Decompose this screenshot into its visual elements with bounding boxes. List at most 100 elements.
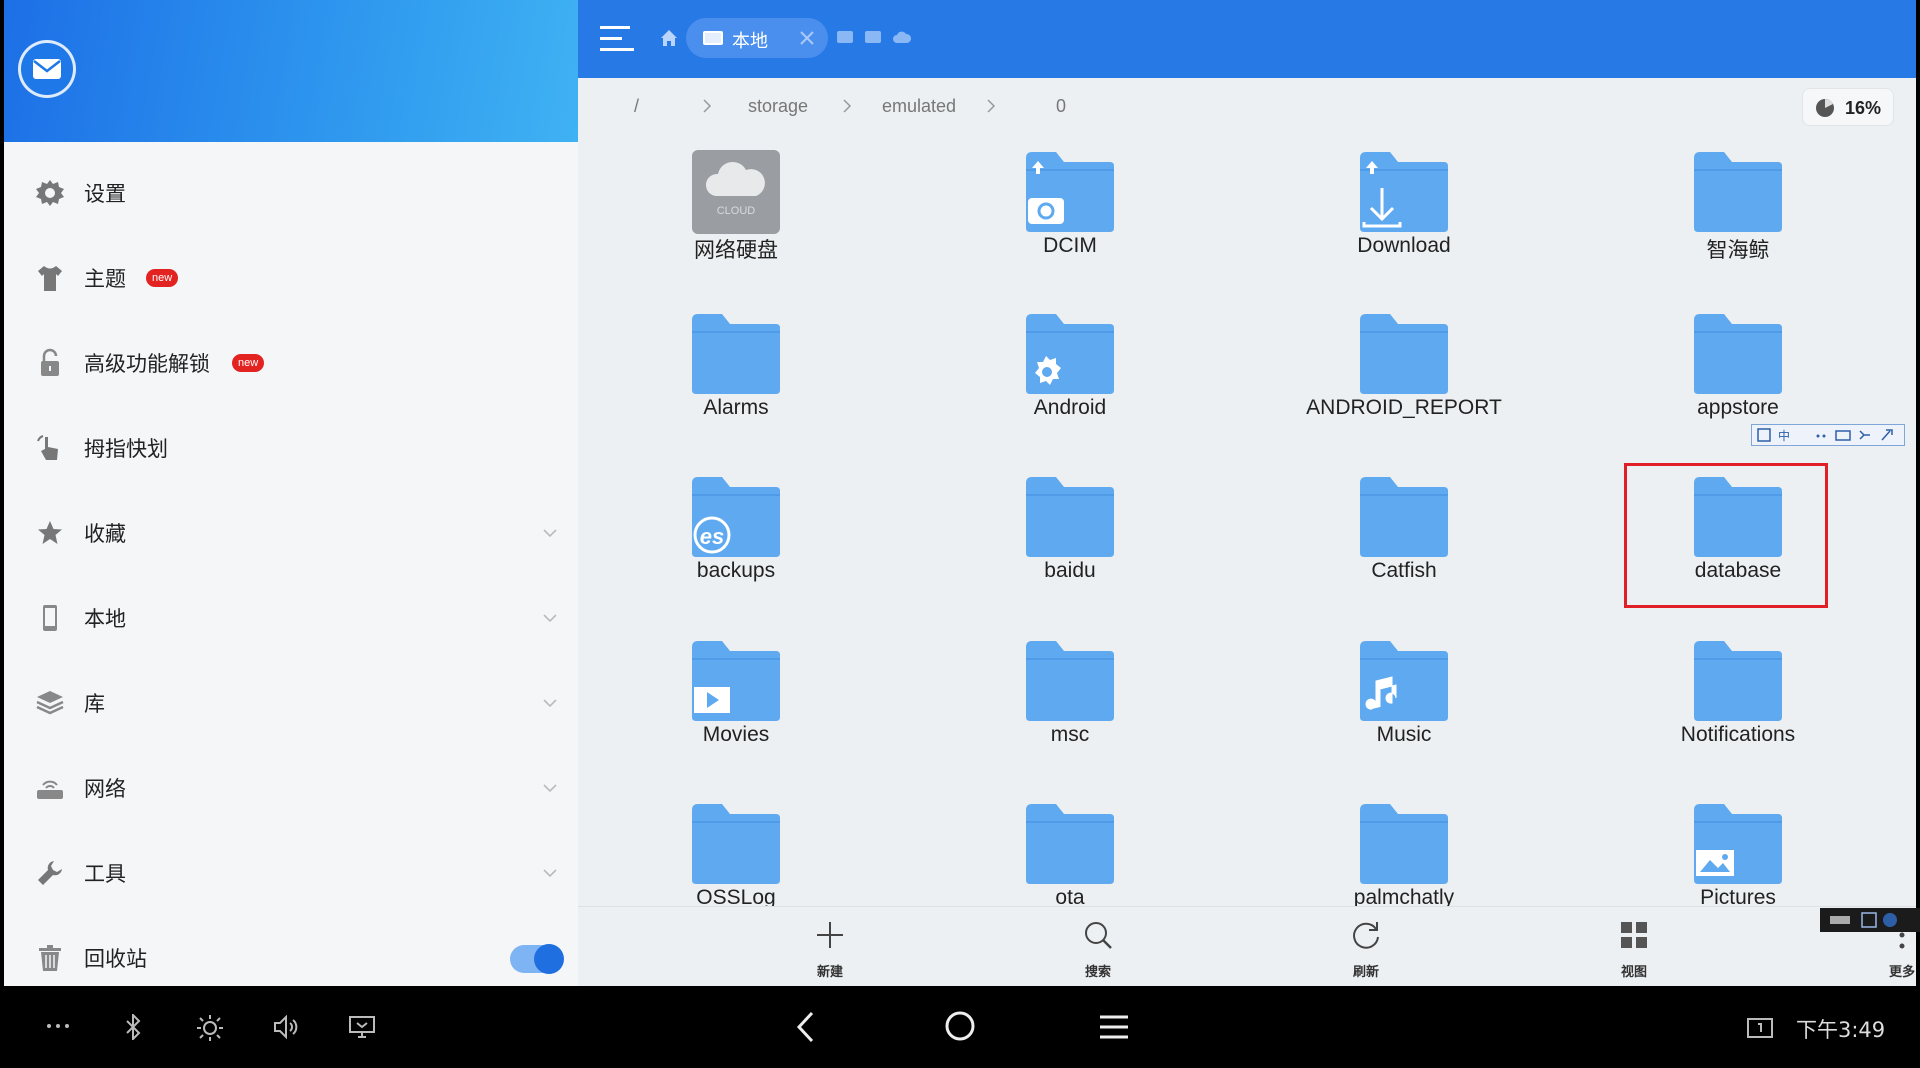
menu-item-5[interactable]: 收藏 <box>4 490 578 575</box>
chevron-down-icon[interactable] <box>540 608 560 628</box>
brightness-icon[interactable] <box>196 1014 224 1042</box>
folder-name: 网络硬盘 <box>694 239 778 262</box>
cloud-icon[interactable] <box>892 30 912 44</box>
folder-catfish[interactable]: Catfish <box>1304 461 1504 601</box>
grid-view-icon <box>1621 922 1647 948</box>
trash-icon <box>32 940 68 976</box>
pie-chart-icon <box>1816 99 1834 117</box>
folder-name: Movies <box>702 723 770 746</box>
folder-notifications[interactable]: Notifications <box>1638 625 1838 765</box>
folder-appstore[interactable]: appstore <box>1638 298 1838 438</box>
tablet-icon <box>703 31 723 45</box>
folder-name: database <box>1694 559 1782 582</box>
menu-item-label: 回收站 <box>84 946 147 971</box>
file-browser: 本地 / storage emulated 0 16% CLOUD 网络硬盘 D… <box>578 0 1916 986</box>
folder-alarms[interactable]: Alarms <box>636 298 836 438</box>
menu-item-8[interactable]: 网络 <box>4 745 578 830</box>
chevron-down-icon[interactable] <box>540 778 560 798</box>
folder-name: Download <box>1357 234 1451 257</box>
chevron-down-icon[interactable] <box>540 693 560 713</box>
folder-dcim[interactable]: DCIM <box>970 136 1170 276</box>
menu-icon[interactable] <box>600 22 636 56</box>
svg-text:CLOUD: CLOUD <box>717 205 756 217</box>
tab-local[interactable]: 本地 <box>686 18 828 58</box>
folder-name: msc <box>1050 723 1090 746</box>
menu-item-4[interactable]: 拇指快划 <box>4 405 578 490</box>
menu-item-label: 拇指快划 <box>84 436 168 461</box>
menu-item-label: 本地 <box>84 606 126 631</box>
folder-name: DCIM <box>1043 234 1097 257</box>
bluetooth-icon[interactable] <box>124 1014 142 1040</box>
home-circle-icon[interactable] <box>944 1010 976 1042</box>
breadcrumb-storage[interactable]: storage <box>748 96 808 117</box>
search-button[interactable]: 搜索 <box>1058 915 1138 980</box>
folder-pictures[interactable]: Pictures <box>1638 788 1838 906</box>
folder-name: Music <box>1376 723 1432 746</box>
menu-item-7[interactable]: 库 <box>4 660 578 745</box>
folder-name: ANDROID_REPORT <box>1306 396 1502 419</box>
view-label: 视图 <box>1620 965 1647 980</box>
folder-palmchatly[interactable]: palmchatly <box>1304 788 1504 906</box>
folder-osslog[interactable]: OSSLog <box>636 788 836 906</box>
recycle-bin-toggle[interactable] <box>510 944 564 974</box>
folder-backups[interactable]: es backups <box>636 461 836 601</box>
view-button[interactable]: 视图 <box>1594 915 1674 980</box>
screenshot-icon[interactable] <box>1746 1016 1774 1040</box>
folder-android-report[interactable]: ANDROID_REPORT <box>1304 298 1504 438</box>
mail-icon[interactable] <box>18 40 76 98</box>
window-icon[interactable] <box>864 30 882 44</box>
refresh-icon <box>1353 922 1379 949</box>
storage-usage-button[interactable]: 16% <box>1802 88 1894 126</box>
home-icon[interactable] <box>660 29 678 47</box>
menu-item-label: 收藏 <box>84 521 126 546</box>
menu-item-2[interactable]: 主题 new <box>4 235 578 320</box>
folder-download[interactable]: Download <box>1304 136 1504 276</box>
chevron-down-icon[interactable] <box>540 523 560 543</box>
menu-item-3[interactable]: 高级功能解锁 new <box>4 320 578 405</box>
new-label: 新建 <box>816 965 843 980</box>
breadcrumb-root[interactable]: / <box>634 96 639 117</box>
volume-icon[interactable] <box>272 1014 300 1040</box>
window-icon[interactable] <box>836 30 854 44</box>
folder-music[interactable]: Music <box>1304 625 1504 765</box>
folder-movies[interactable]: Movies <box>636 625 836 765</box>
recent-apps-icon[interactable] <box>1098 1014 1130 1040</box>
menu-item-9[interactable]: 工具 <box>4 830 578 915</box>
thumb-swipe-icon <box>32 430 68 466</box>
back-icon[interactable] <box>794 1010 816 1044</box>
drawer-menu: 设置 主题 new 高级功能解锁 new 拇指快划收藏本地库网络 工具回收站 <box>4 150 578 1000</box>
gear-icon <box>32 175 68 211</box>
more-horizontal-icon[interactable] <box>46 1022 70 1030</box>
svg-text:es: es <box>700 524 724 549</box>
refresh-label: 刷新 <box>1352 965 1379 980</box>
folder-database[interactable]: database <box>1638 461 1838 601</box>
screen-cast-icon[interactable] <box>348 1014 376 1040</box>
storage-percent: 16% <box>1845 98 1882 118</box>
breadcrumb-current[interactable]: 0 <box>1056 96 1066 117</box>
chevron-right-icon <box>843 99 852 113</box>
bottom-toolbar: 新建 搜索 刷新 视图 更多 <box>578 906 1916 986</box>
menu-item-6[interactable]: 本地 <box>4 575 578 660</box>
system-nav-bar: 下午3:49 <box>0 986 1920 1068</box>
folder-ota[interactable]: ota <box>970 788 1170 906</box>
network-icon <box>32 770 68 806</box>
menu-item-1[interactable]: 设置 <box>4 150 578 235</box>
folder-item-0[interactable]: CLOUD 网络硬盘 <box>636 136 836 276</box>
folder-baidu[interactable]: baidu <box>970 461 1170 601</box>
folder-name: ota <box>1055 886 1085 906</box>
breadcrumb-emulated[interactable]: emulated <box>882 96 956 117</box>
close-icon[interactable] <box>798 29 816 47</box>
file-grid: CLOUD 网络硬盘 DCIM Download 智海鲸 Alarms Android AND… <box>578 136 1916 906</box>
folder-msc[interactable]: msc <box>970 625 1170 765</box>
folder-android[interactable]: Android <box>970 298 1170 438</box>
folder-item-3[interactable]: 智海鲸 <box>1638 136 1838 276</box>
tshirt-icon <box>32 260 68 296</box>
folder-name: baidu <box>1044 559 1096 582</box>
chevron-down-icon[interactable] <box>540 863 560 883</box>
search-icon <box>1085 922 1112 949</box>
navigation-drawer: 设置 主题 new 高级功能解锁 new 拇指快划收藏本地库网络 工具回收站 <box>4 0 578 986</box>
menu-item-label: 主题 <box>84 266 126 291</box>
new-button[interactable]: 新建 <box>790 915 870 980</box>
refresh-button[interactable]: 刷新 <box>1326 915 1406 980</box>
search-label: 搜索 <box>1084 965 1111 980</box>
